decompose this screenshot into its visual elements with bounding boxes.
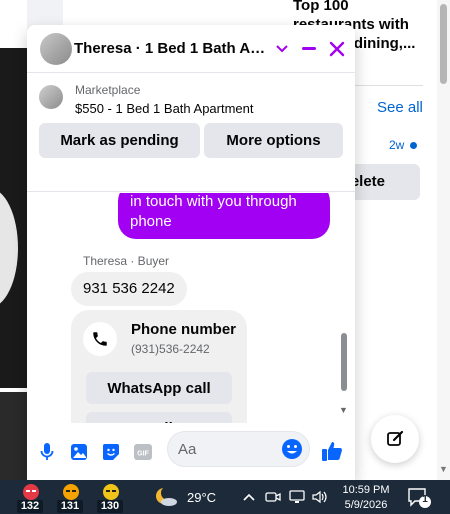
taskbar-badge: 131 [57, 500, 83, 513]
chevron-down-icon[interactable] [271, 38, 293, 60]
taskbar-app-2[interactable]: 131 [56, 483, 86, 513]
phone-card-title: Phone number [131, 321, 237, 338]
taskbar-badge: 130 [97, 500, 123, 513]
sticker-icon[interactable] [100, 441, 122, 463]
angry-face-icon [23, 484, 39, 500]
notification-center-icon[interactable]: 1 [407, 487, 431, 509]
windows-taskbar: 132 131 130 29°C 10:59 PM 5/9/2026 1 [0, 480, 450, 514]
weather-temperature[interactable]: 29°C [187, 490, 216, 505]
weather-moon-icon[interactable] [154, 486, 178, 508]
message-composer: GIF [27, 423, 355, 480]
gif-icon[interactable]: GIF [132, 441, 154, 463]
network-icon[interactable] [288, 489, 306, 505]
notification-time: 2w [389, 138, 405, 152]
scroll-down-arrow-icon[interactable]: ▼ [339, 405, 348, 415]
sender-label: Theresa · Buyer [83, 254, 170, 268]
chat-scrollbar[interactable]: ▼ [339, 193, 349, 425]
avatar[interactable] [40, 33, 72, 65]
marketplace-label: Marketplace [75, 83, 141, 97]
emoji-icon[interactable] [281, 438, 303, 460]
call-button[interactable]: Call [86, 412, 232, 423]
new-message-button[interactable] [371, 415, 419, 463]
clock-time[interactable]: 10:59 PM [341, 484, 391, 496]
notification-count: 1 [422, 494, 428, 505]
more-options-button[interactable]: More options [204, 123, 343, 158]
chat-header[interactable]: Theresa · 1 Bed 1 Bath Apa... [27, 25, 355, 73]
volume-icon[interactable] [311, 489, 329, 505]
chat-scrollbar-thumb[interactable] [341, 333, 347, 391]
page-scrollbar[interactable]: ▼ [437, 0, 450, 480]
minimize-icon[interactable] [298, 38, 320, 60]
unread-dot [410, 142, 417, 149]
clock-date[interactable]: 5/9/2026 [341, 499, 391, 511]
compose-icon [387, 430, 404, 446]
angry-face-icon [63, 484, 79, 500]
marketplace-panel: Marketplace $550 - 1 Bed 1 Bath Apartmen… [27, 74, 355, 192]
listing-title[interactable]: $550 - 1 Bed 1 Bath Apartment [75, 101, 254, 116]
background-photo [0, 48, 27, 388]
see-all-link[interactable]: See all [377, 99, 423, 116]
image-icon[interactable] [68, 441, 90, 463]
whatsapp-call-button[interactable]: WhatsApp call [86, 372, 232, 404]
angry-face-icon [103, 484, 119, 500]
scroll-down-arrow-icon[interactable]: ▼ [439, 464, 448, 474]
svg-text:GIF: GIF [137, 451, 149, 458]
page-scrollbar-thumb[interactable] [440, 4, 447, 84]
thumbs-up-icon[interactable] [320, 439, 344, 463]
incoming-message[interactable]: 931 536 2242 [71, 272, 187, 306]
mark-as-pending-button[interactable]: Mark as pending [39, 123, 200, 158]
taskbar-app-1[interactable]: 132 [16, 483, 46, 513]
meet-now-icon[interactable] [264, 489, 282, 505]
message-list[interactable]: in touch with you through phone Theresa … [27, 193, 355, 423]
chevron-up-icon[interactable] [240, 489, 258, 505]
taskbar-app-3[interactable]: 130 [96, 483, 126, 513]
phone-icon [83, 322, 117, 356]
close-icon[interactable] [326, 38, 348, 60]
background-photo-lower [0, 392, 27, 480]
outgoing-message[interactable]: in touch with you through phone [118, 193, 330, 239]
phone-number-card: Phone number (931)536-2242 WhatsApp call… [71, 310, 247, 423]
listing-thumbnail [39, 85, 63, 109]
phone-card-number: (931)536-2242 [131, 342, 210, 356]
chat-title[interactable]: Theresa · 1 Bed 1 Bath Apa... [74, 40, 274, 57]
taskbar-badge: 132 [17, 500, 43, 513]
microphone-icon[interactable] [36, 441, 58, 463]
chat-window: Theresa · 1 Bed 1 Bath Apa... Marketplac… [27, 25, 355, 480]
